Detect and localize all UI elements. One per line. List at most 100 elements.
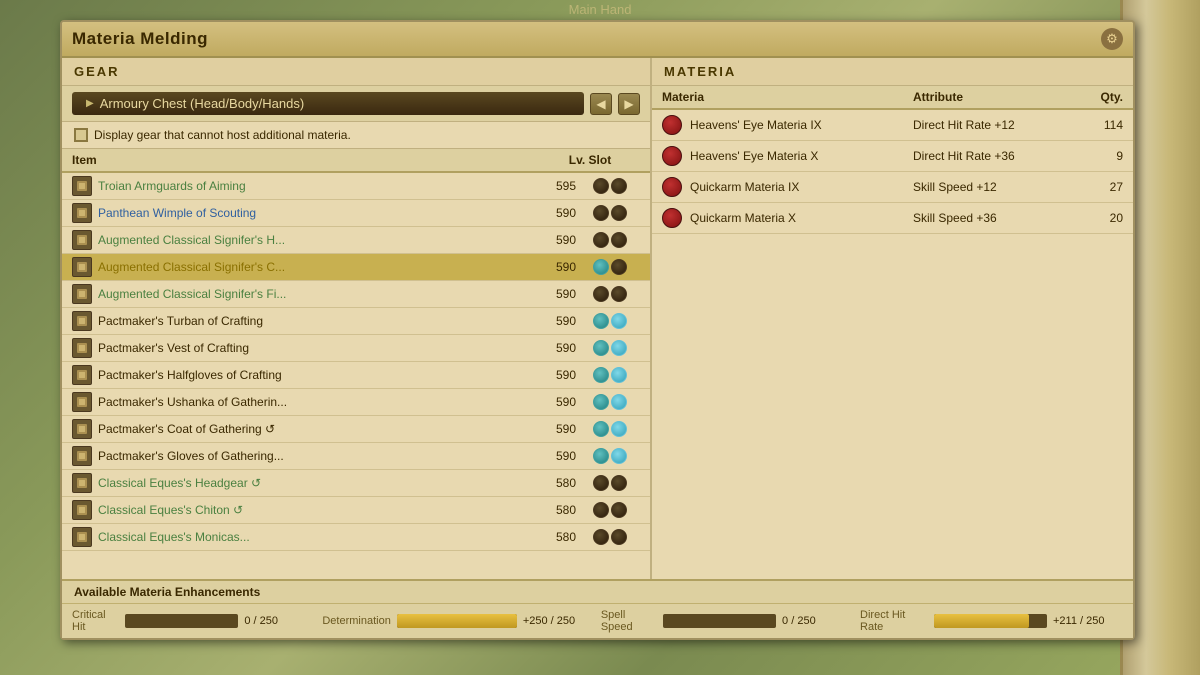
col-lv-header: Lv. Slot [540, 153, 640, 167]
stat-value: 0 / 250 [782, 615, 852, 627]
gear-item-name: Troian Armguards of Aiming [98, 179, 541, 193]
gear-list: Troian Armguards of Aiming 595 Panthean … [62, 173, 650, 634]
materia-table-header: Materia Attribute Qty. [652, 86, 1133, 110]
left-panel: GEAR ▶ Armoury Chest (Head/Body/Hands) ◀… [62, 58, 652, 634]
gear-item-icon [72, 203, 92, 223]
armoury-next-button[interactable]: ▶ [618, 93, 640, 115]
materia-slot-1 [593, 313, 609, 329]
gear-row[interactable]: Pactmaker's Gloves of Gathering... 590 [62, 443, 650, 470]
stat-bar-fill [397, 614, 517, 628]
gear-item-name: Classical Eques's Monicas... [98, 530, 541, 544]
materia-item-icon [662, 208, 682, 228]
stat-item: Direct Hit Rate +211 / 250 [860, 609, 1123, 633]
materia-slot-group [580, 529, 640, 545]
materia-list: Heavens' Eye Materia IX Direct Hit Rate … [652, 110, 1133, 634]
materia-slot-2 [611, 178, 627, 194]
stat-bar-bg [397, 614, 517, 628]
gear-item-name: Augmented Classical Signifer's H... [98, 233, 541, 247]
gear-item-name: Pactmaker's Turban of Crafting [98, 314, 541, 328]
gear-row[interactable]: Pactmaker's Turban of Crafting 590 [62, 308, 650, 335]
stat-name: Critical Hit [72, 609, 119, 633]
available-enhancements-label: Available Materia Enhancements [62, 581, 1133, 604]
stat-bar-bg [125, 614, 238, 628]
gear-item-level: 590 [541, 341, 576, 355]
materia-row[interactable]: Heavens' Eye Materia IX Direct Hit Rate … [652, 110, 1133, 141]
gear-item-level: 590 [541, 314, 576, 328]
materia-slot-1 [593, 529, 609, 545]
gear-item-icon [72, 284, 92, 304]
materia-slot-2 [611, 367, 627, 383]
gear-row[interactable]: Augmented Classical Signifer's H... 590 [62, 227, 650, 254]
materia-item-name: Quickarm Materia IX [690, 180, 913, 194]
settings-icon[interactable]: ⚙ [1101, 28, 1123, 50]
materia-item-qty: 20 [1073, 211, 1123, 225]
gear-item-level: 595 [541, 179, 576, 193]
gear-row[interactable]: Classical Eques's Headgear ↺ 580 [62, 470, 650, 497]
gear-row[interactable]: Classical Eques's Monicas... 580 [62, 524, 650, 551]
materia-slot-group [580, 178, 640, 194]
gear-row[interactable]: Troian Armguards of Aiming 595 [62, 173, 650, 200]
armoury-label: ▶ Armoury Chest (Head/Body/Hands) [72, 92, 584, 115]
materia-slot-group [580, 313, 640, 329]
gear-item-level: 580 [541, 503, 576, 517]
materia-item-icon [662, 146, 682, 166]
materia-slot-2 [611, 232, 627, 248]
gear-row[interactable]: Pactmaker's Ushanka of Gatherin... 590 [62, 389, 650, 416]
gear-row[interactable]: Pactmaker's Vest of Crafting 590 [62, 335, 650, 362]
main-window: Materia Melding ⚙ GEAR ▶ Armoury Chest (… [60, 20, 1135, 640]
stat-value: +250 / 250 [523, 615, 593, 627]
title-bar: Materia Melding ⚙ [62, 22, 1133, 58]
checkbox-row: Display gear that cannot host additional… [62, 122, 650, 149]
col-item-header: Item [72, 153, 540, 167]
gear-item-name: Augmented Classical Signifer's Fi... [98, 287, 541, 301]
gear-section-header: GEAR [62, 58, 650, 86]
gear-row[interactable]: Augmented Classical Signifer's Fi... 590 [62, 281, 650, 308]
gear-item-level: 590 [541, 287, 576, 301]
materia-slot-1 [593, 475, 609, 491]
materia-slot-2 [611, 475, 627, 491]
stat-item: Critical Hit 0 / 250 [72, 609, 314, 633]
materia-slot-group [580, 394, 640, 410]
gear-item-icon [72, 392, 92, 412]
materia-slot-1 [593, 394, 609, 410]
materia-item-attribute: Skill Speed +12 [913, 180, 1073, 194]
materia-section-header: MATERIA [652, 58, 1133, 86]
gear-row[interactable]: Pactmaker's Halfgloves of Crafting 590 [62, 362, 650, 389]
materia-row[interactable]: Quickarm Materia X Skill Speed +36 20 [652, 203, 1133, 234]
gear-item-icon [72, 365, 92, 385]
display-checkbox[interactable] [74, 128, 88, 142]
materia-item-attribute: Direct Hit Rate +36 [913, 149, 1073, 163]
materia-row[interactable]: Heavens' Eye Materia X Direct Hit Rate +… [652, 141, 1133, 172]
materia-slot-1 [593, 367, 609, 383]
gear-row[interactable]: Pactmaker's Coat of Gathering ↺ 590 [62, 416, 650, 443]
stat-value: 0 / 250 [244, 615, 314, 627]
gear-item-icon [72, 230, 92, 250]
materia-slot-2 [611, 286, 627, 302]
armoury-arrow-icon: ▶ [86, 98, 94, 109]
armoury-prev-button[interactable]: ◀ [590, 93, 612, 115]
gear-row[interactable]: Augmented Classical Signifer's C... 590 [62, 254, 650, 281]
gear-item-name: Augmented Classical Signifer's C... [98, 260, 541, 274]
gear-item-name: Pactmaker's Vest of Crafting [98, 341, 541, 355]
stat-bar-bg [934, 614, 1047, 628]
gear-item-icon [72, 473, 92, 493]
materia-row[interactable]: Quickarm Materia IX Skill Speed +12 27 [652, 172, 1133, 203]
materia-slot-2 [611, 259, 627, 275]
gear-row[interactable]: Panthean Wimple of Scouting 590 [62, 200, 650, 227]
materia-slot-1 [593, 502, 609, 518]
gear-item-name: Panthean Wimple of Scouting [98, 206, 541, 220]
armoury-text: Armoury Chest (Head/Body/Hands) [100, 96, 304, 111]
materia-item-name: Quickarm Materia X [690, 211, 913, 225]
gear-item-level: 590 [541, 260, 576, 274]
gear-item-level: 580 [541, 530, 576, 544]
materia-slot-1 [593, 448, 609, 464]
materia-slot-2 [611, 313, 627, 329]
stat-bar-bg [663, 614, 776, 628]
materia-item-qty: 9 [1073, 149, 1123, 163]
col-attribute-header: Attribute [913, 90, 1073, 104]
gear-row[interactable]: Classical Eques's Chiton ↺ 580 [62, 497, 650, 524]
materia-slot-1 [593, 259, 609, 275]
materia-slot-1 [593, 421, 609, 437]
materia-slot-group [580, 421, 640, 437]
checkbox-label: Display gear that cannot host additional… [94, 128, 351, 142]
